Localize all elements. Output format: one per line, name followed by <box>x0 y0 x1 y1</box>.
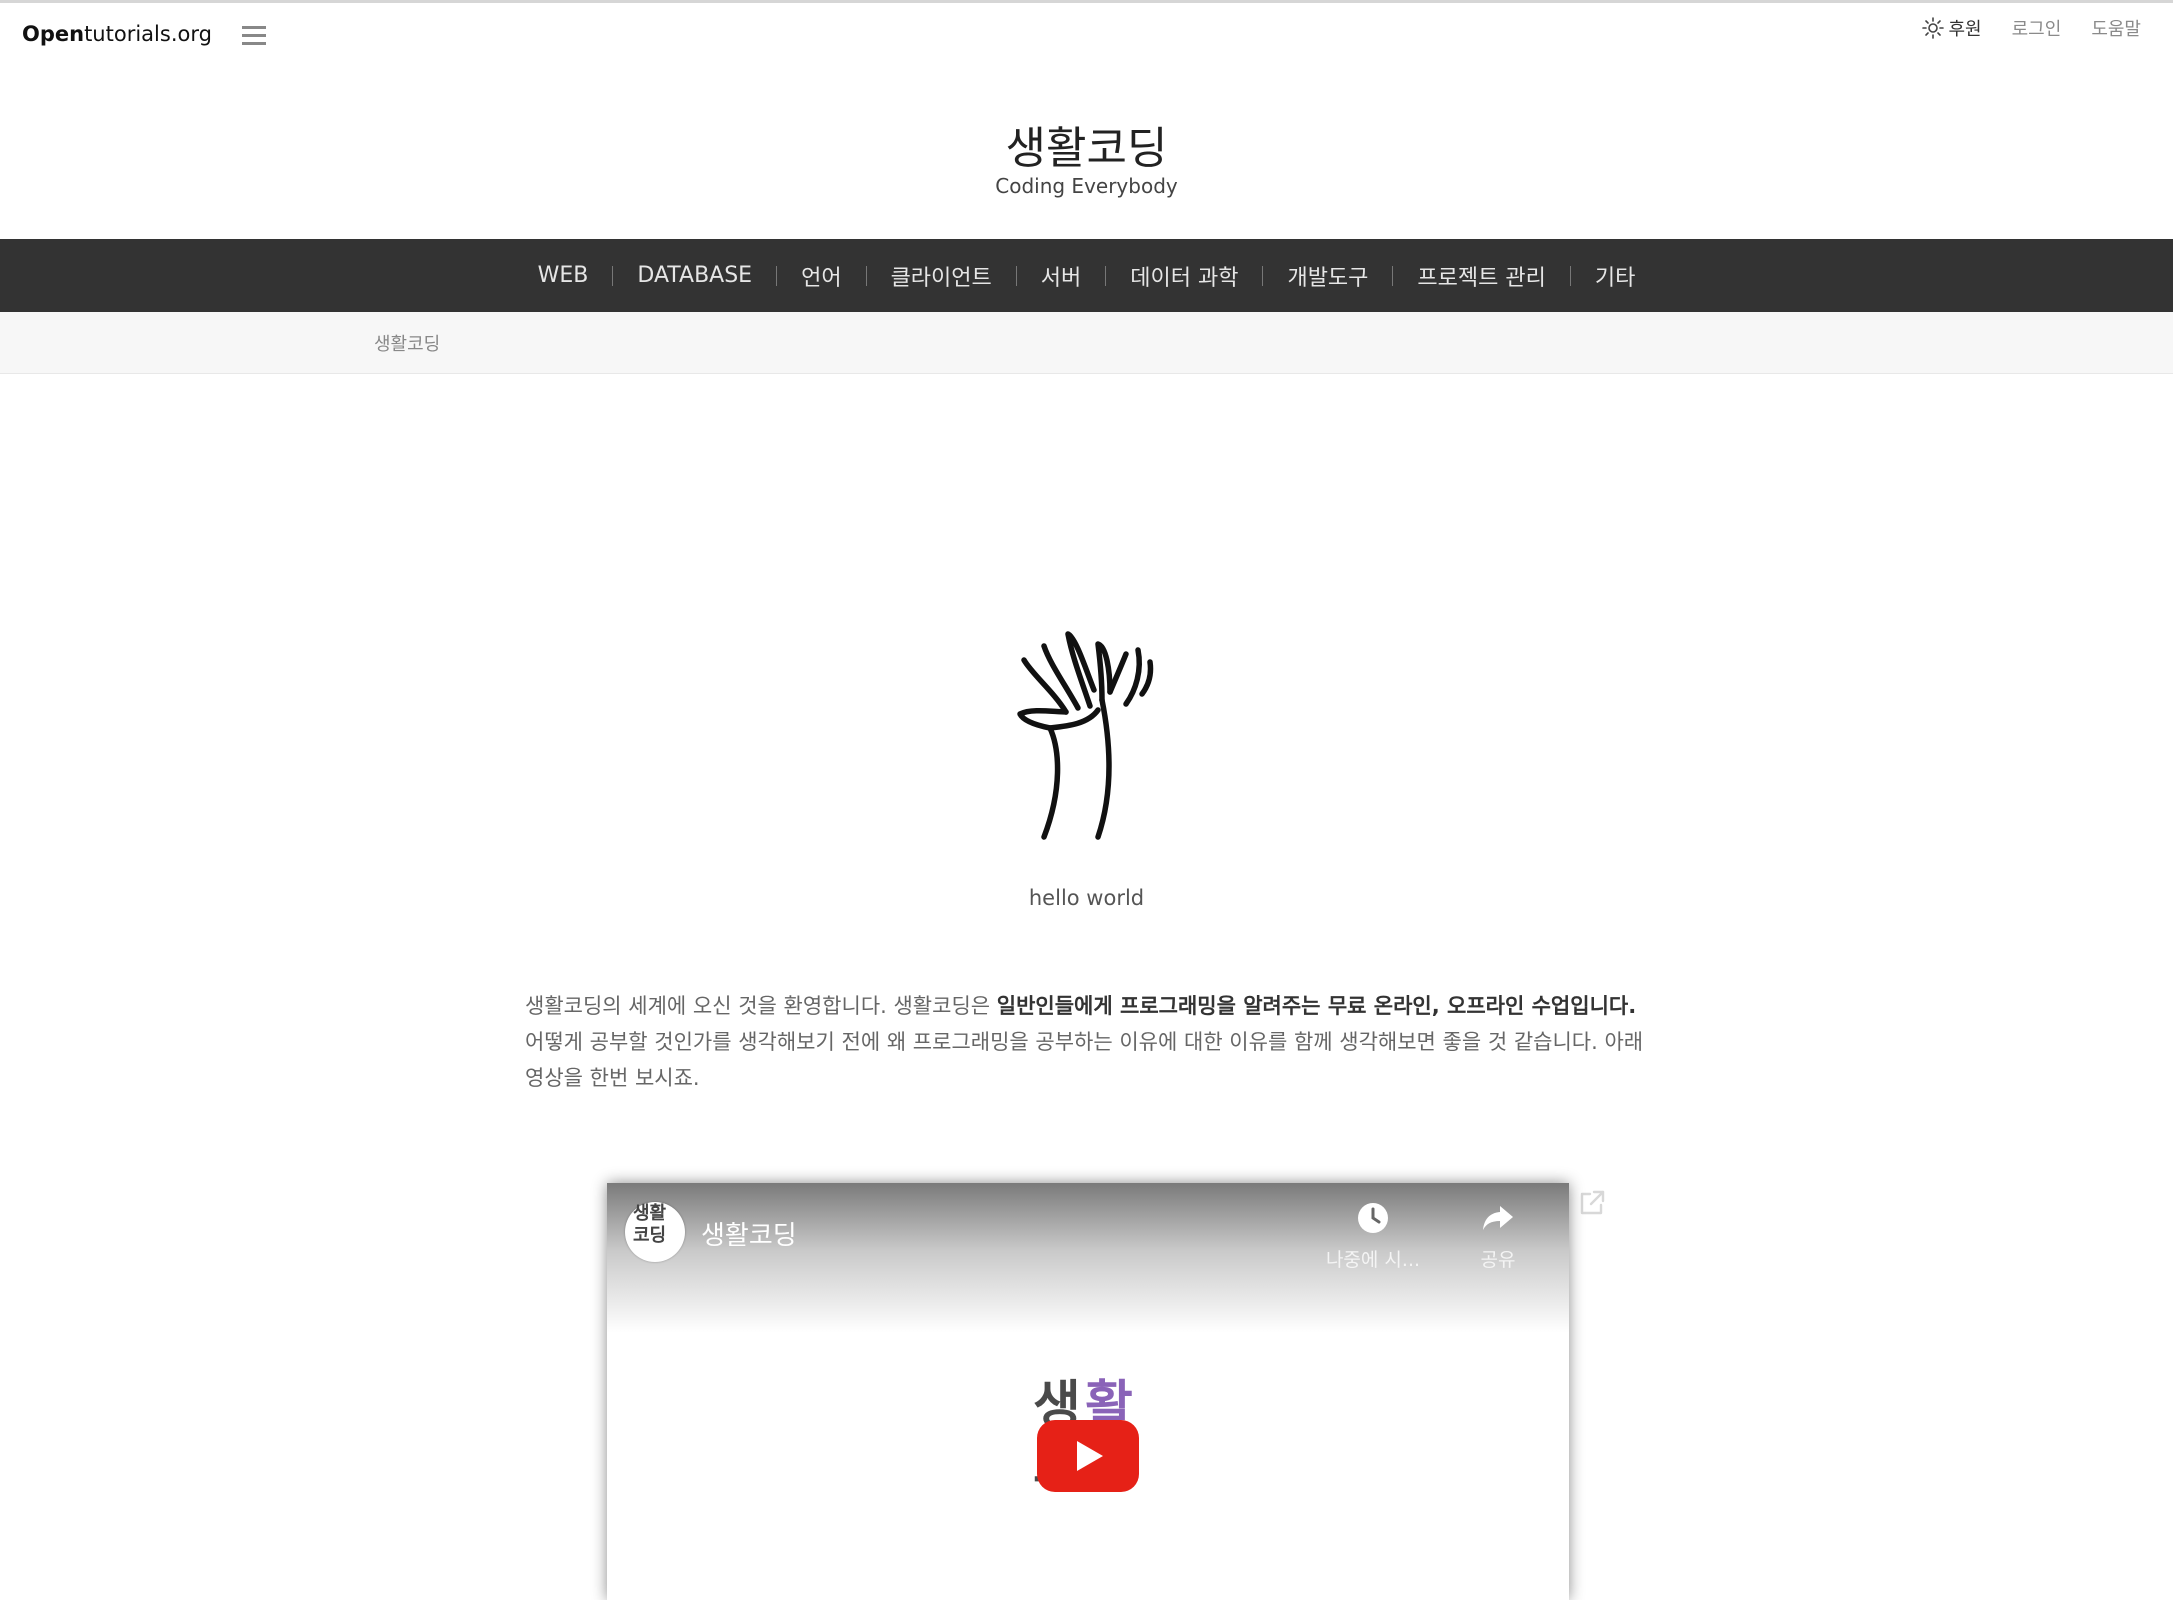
hero-caption: hello world <box>1028 886 1145 910</box>
login-link[interactable]: 로그인 <box>2012 15 2062 41</box>
avatar-text-2: 코딩 <box>633 1225 667 1246</box>
share-label: 공유 <box>1480 1249 1516 1271</box>
nav-item-project-management[interactable]: 프로젝트 관리 <box>1393 260 1569 292</box>
nav-item-client[interactable]: 클라이언트 <box>867 260 1016 292</box>
menu-line <box>242 42 266 45</box>
top-border <box>0 0 2173 3</box>
nav-item-etc[interactable]: 기타 <box>1571 260 1659 292</box>
donate-link[interactable]: 후원 <box>1921 15 1982 41</box>
site-title[interactable]: 생활코딩 <box>0 112 2173 176</box>
intro-text-2: 어떻게 공부할 것인가를 생각해보기 전에 왜 프로그래밍을 공부하는 이유에 … <box>525 1030 1644 1090</box>
video-embed[interactable]: 생활 코딩 생활코딩 나중에 시... 공유 생 활 코 딩 <box>607 1183 1569 1600</box>
play-button[interactable] <box>1037 1420 1139 1492</box>
site-subtitle: Coding Everybody <box>995 174 1178 198</box>
nav-item-data-science[interactable]: 데이터 과학 <box>1106 260 1262 292</box>
hamburger-menu-icon[interactable] <box>242 26 266 48</box>
clock-icon <box>1358 1203 1388 1233</box>
avatar-text-1: 생활 <box>633 1203 667 1224</box>
logo-rest-text: tutorials.org <box>84 22 212 46</box>
watch-later-label: 나중에 시... <box>1325 1249 1421 1271</box>
nav-item-database[interactable]: DATABASE <box>613 263 776 288</box>
menu-line <box>242 26 266 29</box>
nav-item-web[interactable]: WEB <box>514 263 613 288</box>
intro-paragraph: 생활코딩의 세계에 오신 것을 환영합니다. 생활코딩은 일반인들에게 프로그래… <box>525 988 1647 1096</box>
waving-hand-icon <box>1017 631 1154 840</box>
video-header: 생활 코딩 생활코딩 나중에 시... 공유 <box>607 1183 1569 1333</box>
share-button[interactable]: 공유 <box>1443 1201 1553 1272</box>
nav-item-language[interactable]: 언어 <box>777 260 865 292</box>
nav-item-dev-tools[interactable]: 개발도구 <box>1263 260 1392 292</box>
breadcrumb: 생활코딩 <box>0 312 2173 374</box>
share-arrow-icon <box>1483 1206 1513 1230</box>
intro-text-1: 생활코딩의 세계에 오신 것을 환영합니다. 생활코딩은 <box>525 994 997 1018</box>
breadcrumb-item[interactable]: 생활코딩 <box>374 330 440 356</box>
help-link[interactable]: 도움말 <box>2091 15 2141 41</box>
play-icon <box>1077 1441 1103 1471</box>
nav-item-server[interactable]: 서버 <box>1017 260 1105 292</box>
menu-line <box>242 34 266 37</box>
video-title[interactable]: 생활코딩 <box>701 1215 797 1252</box>
watch-later-button[interactable]: 나중에 시... <box>1318 1201 1428 1272</box>
donate-label: 후원 <box>1948 19 1982 40</box>
main-nav: WEB DATABASE 언어 클라이언트 서버 데이터 과학 개발도구 프로젝… <box>0 239 2173 312</box>
logo-bold-text: Open <box>22 22 85 46</box>
top-links: 후원 로그인 도움말 <box>1921 15 2141 41</box>
site-logo[interactable]: Opentutorials.org <box>22 22 212 46</box>
sun-icon <box>1921 17 1944 39</box>
channel-avatar[interactable]: 생활 코딩 <box>625 1202 685 1262</box>
external-link-icon[interactable] <box>1578 1189 1606 1217</box>
intro-bold-text: 일반인들에게 프로그래밍을 알려주는 무료 온라인, 오프라인 수업입니다. <box>996 994 1637 1018</box>
